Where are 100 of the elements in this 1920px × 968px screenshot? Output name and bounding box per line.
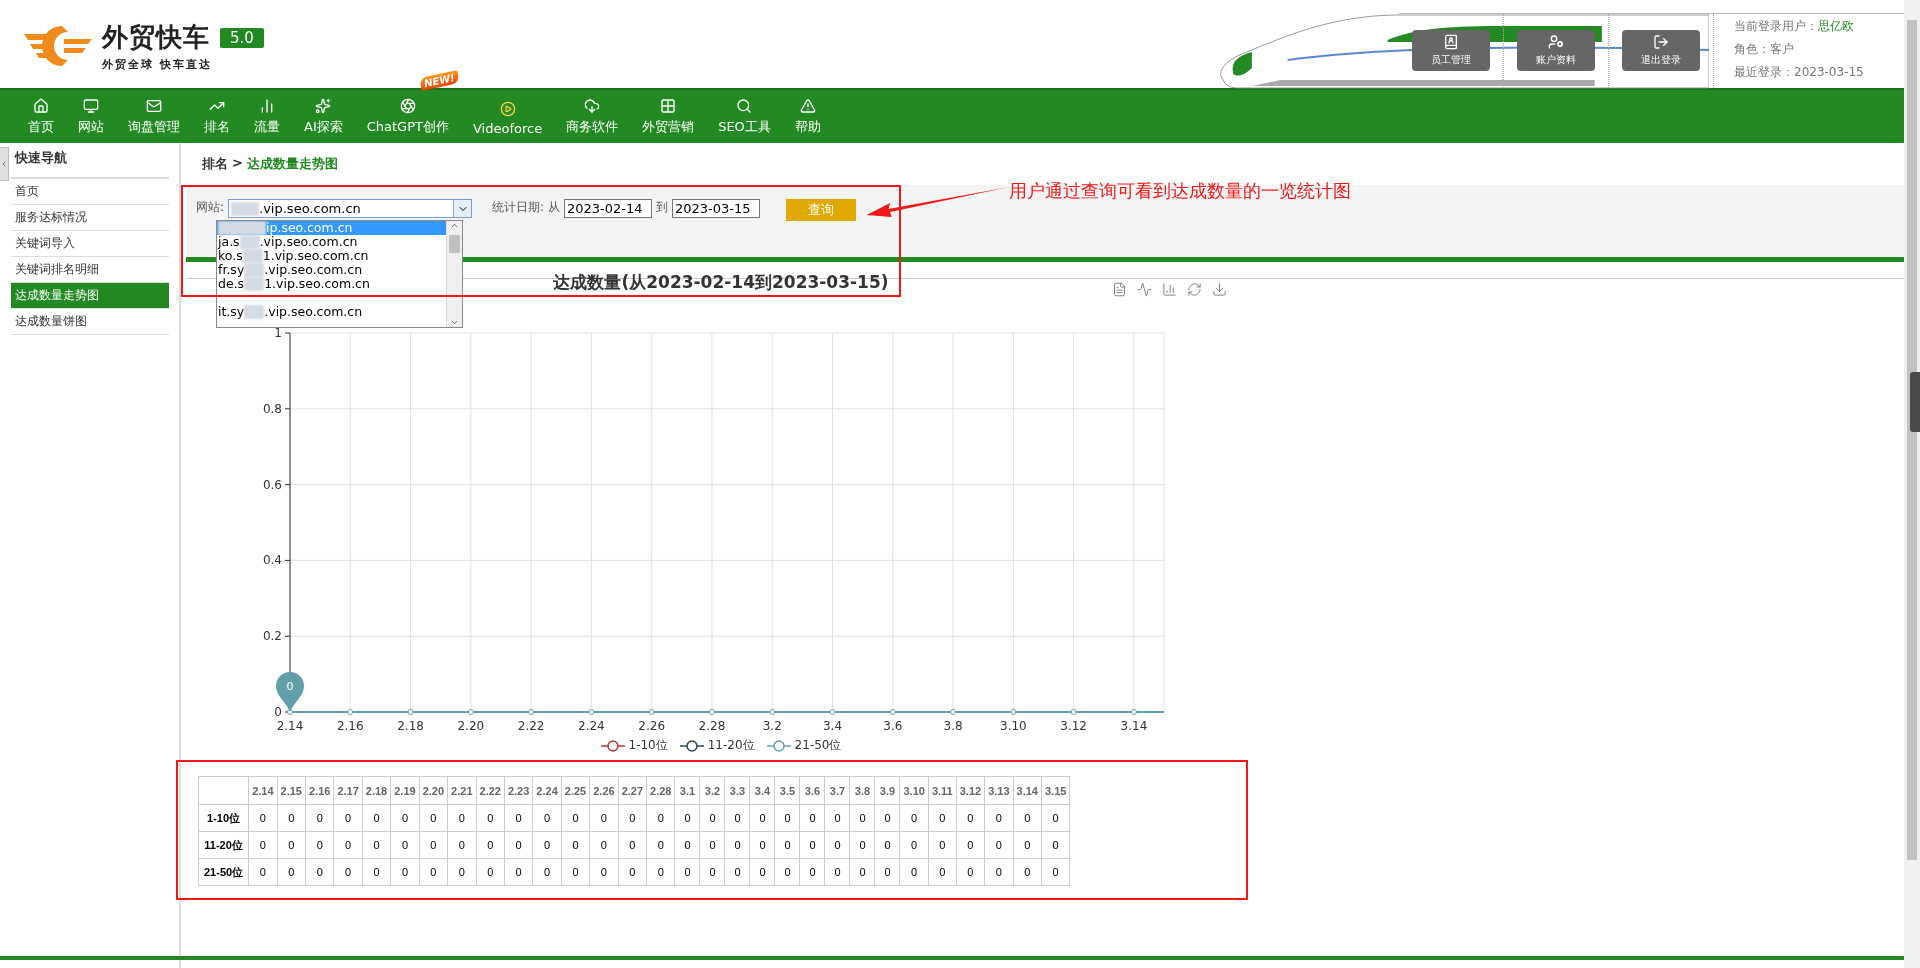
- table-cell: 0: [532, 858, 562, 886]
- column-header: 3.5: [774, 776, 800, 805]
- x-tick-label: 2.16: [336, 719, 364, 733]
- column-header: 3.11: [928, 776, 957, 805]
- table-cell: 0: [774, 831, 800, 859]
- table-cell: 0: [362, 804, 391, 832]
- column-header: 3.4: [749, 776, 775, 805]
- table-cell: 0: [824, 831, 850, 859]
- column-header: 3.8: [849, 776, 875, 805]
- table-cell: 0: [277, 804, 306, 832]
- table-cell: 0: [928, 804, 957, 832]
- column-header: 2.28: [646, 776, 675, 805]
- table-cell: 0: [532, 804, 562, 832]
- table-cell: 0: [749, 804, 775, 832]
- table-cell: 0: [724, 831, 750, 859]
- table-cell: 0: [774, 858, 800, 886]
- table-cell: 0: [333, 858, 363, 886]
- column-header: 2.22: [476, 776, 505, 805]
- table-cell: 0: [849, 831, 875, 859]
- table-cell: 0: [561, 831, 590, 859]
- column-header: 3.7: [824, 776, 850, 805]
- table-cell: 0: [589, 858, 619, 886]
- user-role: 角色：客户: [1734, 40, 1795, 58]
- table-cell: 0: [674, 831, 700, 859]
- table-cell: 0: [899, 858, 929, 886]
- x-tick-label: 2.22: [517, 719, 545, 733]
- table-cell: 0: [447, 858, 476, 886]
- table-cell: 0: [419, 831, 448, 859]
- table-cell: 0: [277, 831, 306, 859]
- x-tick-label: 3.14: [1120, 719, 1148, 733]
- column-header: 2.19: [390, 776, 420, 805]
- table-cell: 0: [849, 804, 875, 832]
- table-cell: 0: [504, 831, 533, 859]
- table-cell: 0: [390, 858, 420, 886]
- y-tick-label: 0.8: [262, 401, 282, 416]
- x-tick-label: 2.14: [276, 719, 304, 733]
- column-header: 3.14: [1013, 776, 1042, 805]
- logo-slogan: 外贸全球 快车直达: [102, 57, 213, 72]
- table-cell: 0: [674, 858, 700, 886]
- table-cell: 0: [749, 858, 775, 886]
- column-header: 3.15: [1041, 776, 1070, 805]
- column-header: 2.27: [618, 776, 647, 805]
- column-header: 2.20: [419, 776, 448, 805]
- x-tick-label: 3.12: [1060, 719, 1087, 733]
- table-cell: 0: [1013, 831, 1042, 859]
- table-cell: 0: [248, 831, 278, 859]
- table-cell: 0: [1013, 858, 1042, 886]
- site-label: 网站:: [196, 199, 225, 216]
- table-cell: 0: [799, 858, 825, 886]
- table-cell: 0: [699, 858, 725, 886]
- table-cell: 0: [984, 831, 1014, 859]
- table-cell: 0: [589, 831, 619, 859]
- column-header: 3.9: [874, 776, 900, 805]
- table-cell: 0: [532, 831, 562, 859]
- table-cell: 0: [724, 804, 750, 832]
- breadcrumb-current: 达成数量走势图: [246, 155, 338, 173]
- table-cell: 0: [874, 858, 900, 886]
- table-cell: 0: [874, 831, 900, 859]
- table-cell: 0: [305, 804, 334, 832]
- table-cell: 0: [928, 831, 957, 859]
- table-cell: 0: [305, 831, 334, 859]
- row-header: 1-10位: [198, 804, 249, 832]
- table-cell: 0: [699, 831, 725, 859]
- column-header: 2.16: [305, 776, 334, 805]
- x-tick-label: 3.2: [762, 719, 782, 733]
- table-cell: 0: [447, 831, 476, 859]
- table-cell: 0: [618, 831, 647, 859]
- new-badge: NEW!: [419, 70, 460, 91]
- table-cell: 0: [248, 858, 278, 886]
- table-cell: 0: [362, 858, 391, 886]
- table-cell: 0: [799, 831, 825, 859]
- table-cell: 0: [749, 831, 775, 859]
- table-cell: 0: [956, 831, 985, 859]
- table-cell: 0: [419, 804, 448, 832]
- row-header: 11-20位: [198, 831, 249, 859]
- column-header: 3.3: [724, 776, 750, 805]
- marker-label: 0: [286, 680, 294, 693]
- table-cell: 0: [561, 804, 590, 832]
- table-cell: 0: [674, 804, 700, 832]
- table-cell: 0: [476, 804, 505, 832]
- table-cell: 0: [419, 858, 448, 886]
- y-tick-label: 0.2: [262, 629, 282, 644]
- table-cell: 0: [799, 804, 825, 832]
- x-tick-label: 2.26: [638, 719, 666, 733]
- table-cell: 0: [824, 858, 850, 886]
- table-cell: 0: [1041, 858, 1070, 886]
- table-cell: 0: [504, 858, 533, 886]
- x-tick-label: 2.28: [698, 719, 726, 733]
- logo-title: 外贸快车: [102, 21, 210, 54]
- column-header: 2.26: [589, 776, 619, 805]
- version-badge: 5.0: [220, 27, 264, 48]
- table-cell: 0: [824, 804, 850, 832]
- table-cell: 0: [774, 804, 800, 832]
- x-tick-label: 2.24: [578, 719, 605, 733]
- table-cell: 0: [504, 804, 533, 832]
- column-header: 2.23: [504, 776, 533, 805]
- x-tick-label: 2.20: [457, 719, 485, 733]
- table-cell: 0: [928, 858, 957, 886]
- column-header: 3.1: [674, 776, 700, 805]
- row-header: 21-50位: [198, 858, 249, 886]
